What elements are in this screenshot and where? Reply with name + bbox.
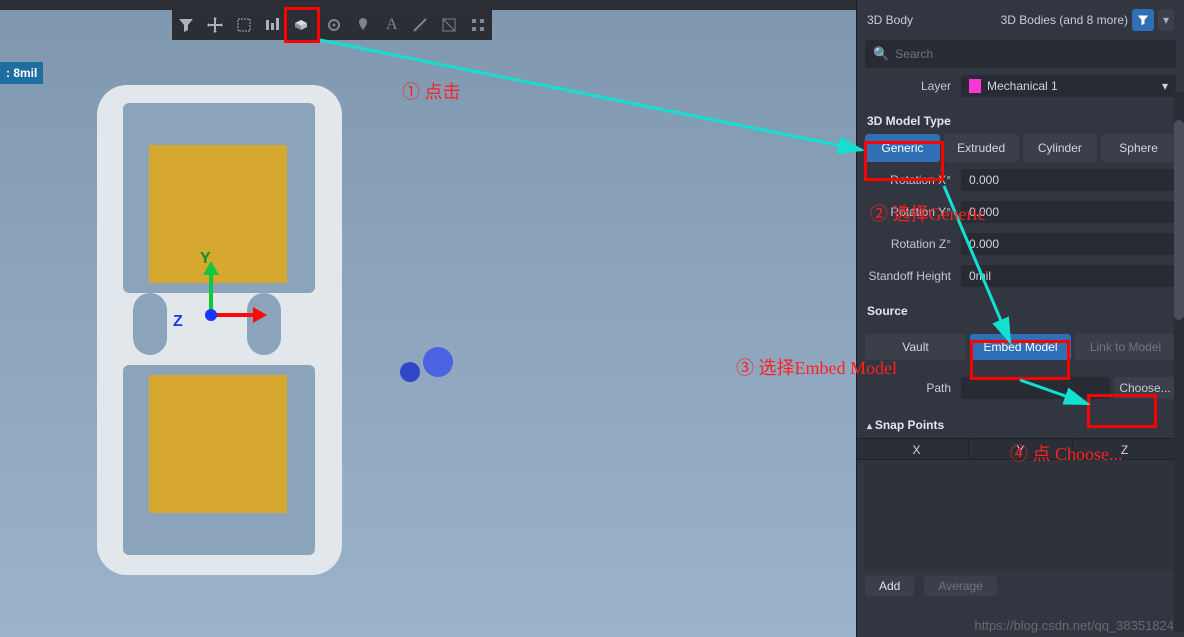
rotz-input[interactable]: 0.000 (961, 233, 1176, 255)
filter-tool[interactable] (172, 10, 201, 40)
panel-title-right: 3D Bodies (and 8 more) (1001, 13, 1128, 27)
anno-2: ② 选择Generic (870, 200, 985, 226)
model-type-extruded[interactable]: Extruded (944, 134, 1019, 162)
select-rect-tool[interactable] (229, 10, 258, 40)
axis-z-label: Z (173, 313, 183, 331)
model-type-sphere[interactable]: Sphere (1101, 134, 1176, 162)
anno-4: ④ 点 Choose... (1010, 440, 1123, 466)
snap-body[interactable] (865, 460, 1176, 570)
axis-x-arrow (253, 307, 267, 323)
align-tool[interactable] (258, 10, 287, 40)
component-outline: Y Z (97, 85, 342, 575)
path-label: Path (865, 381, 961, 395)
dimension-tool[interactable] (435, 10, 464, 40)
model-type-title: 3D Model Type (857, 100, 1184, 134)
hole-left (133, 293, 167, 355)
snap-footer: Add Average (857, 570, 1184, 596)
pad-bottom (149, 375, 287, 513)
editor-canvas[interactable]: : 8mil Y Z (0, 10, 856, 637)
model-type-cylinder[interactable]: Cylinder (1023, 134, 1098, 162)
text-tool[interactable]: A (377, 10, 406, 40)
zoom-pill: : 8mil (0, 62, 43, 84)
move-tool[interactable] (201, 10, 230, 40)
search-box[interactable]: 🔍 (865, 40, 1176, 68)
layer-select[interactable]: Mechanical 1 ▾ (961, 75, 1176, 97)
watermark: https://blog.csdn.net/qq_38351824 (975, 618, 1175, 633)
line-tool[interactable] (406, 10, 435, 40)
layer-label: Layer (865, 79, 961, 93)
hole-right (247, 293, 281, 355)
standoff-label: Standoff Height (865, 269, 961, 283)
highlight-choose (1087, 394, 1157, 428)
roty-input[interactable]: 0.000 (961, 201, 1176, 223)
panel-title-left: 3D Body (867, 13, 913, 27)
layer-color-chip (969, 79, 981, 93)
snap-add-button[interactable]: Add (865, 576, 914, 596)
layer-value: Mechanical 1 (987, 79, 1058, 93)
standoff-input[interactable]: 0mil (961, 265, 1176, 287)
source-link[interactable]: Link to Model (1075, 334, 1176, 360)
search-input[interactable] (895, 47, 1168, 61)
highlight-body3d (284, 7, 320, 43)
panel-dropdown-button[interactable]: ▾ (1158, 9, 1174, 31)
pin-tool[interactable] (349, 10, 378, 40)
highlight-generic (864, 141, 944, 181)
highlight-embed (970, 340, 1070, 380)
axis-origin (205, 309, 217, 321)
axis-y-label: Y (200, 250, 211, 268)
rotz-label: Rotation Z° (865, 237, 961, 251)
panel-scroll-thumb[interactable] (1174, 120, 1184, 320)
ball-large (423, 347, 453, 377)
ball-small (400, 362, 420, 382)
origin-tool[interactable] (320, 10, 349, 40)
search-icon: 🔍 (873, 46, 889, 62)
anno-1: ① 点击 (402, 78, 461, 104)
properties-panel: 3D Body 3D Bodies (and 8 more) ▾ 🔍 Layer… (856, 0, 1184, 637)
snap-average-button[interactable]: Average (924, 576, 996, 596)
source-title: Source (857, 290, 1184, 324)
anno-3: ③ 选择Embed Model (736, 354, 897, 380)
editor-toolbar: A (172, 10, 492, 40)
array-tool[interactable] (463, 10, 492, 40)
chevron-down-icon: ▾ (1162, 79, 1168, 93)
rotx-input[interactable]: 0.000 (961, 169, 1176, 191)
root: : 8mil Y Z A (0, 0, 1184, 637)
topbar (0, 0, 856, 10)
panel-filter-button[interactable] (1132, 9, 1154, 31)
snap-col-x: X (865, 439, 969, 459)
panel-header: 3D Body 3D Bodies (and 8 more) ▾ (857, 0, 1184, 40)
